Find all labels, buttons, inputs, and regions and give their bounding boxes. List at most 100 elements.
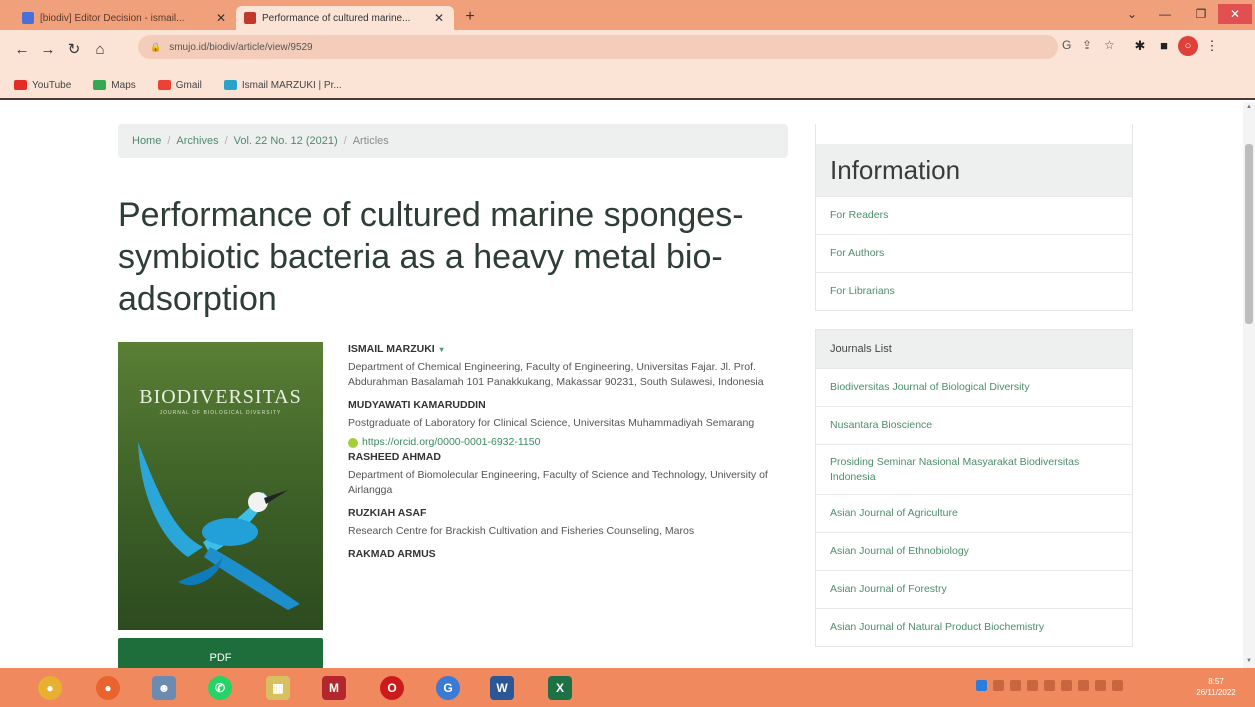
tab-search-icon[interactable]: ⌄ [1122,4,1142,24]
bookmark-maps[interactable]: Maps [93,79,136,91]
profile-avatar-icon[interactable]: ○ [1178,36,1198,56]
home-icon[interactable]: ⌂ [90,40,110,60]
bookmark-label: Ismail MARZUKI | Pr... [241,79,342,91]
people-taskbar-icon[interactable]: ☻ [152,676,176,700]
mendeley-taskbar-icon[interactable]: M [322,676,346,700]
taskbar-clock[interactable]: 8:57 26/11/2022 [1186,676,1246,698]
link-asian-journal-agriculture[interactable]: Asian Journal of Agriculture [816,494,1132,532]
link-for-librarians[interactable]: For Librarians [816,272,1132,310]
close-tab-icon[interactable]: ✕ [214,11,228,25]
author-entry: RASHEED AHMAD Department of Biomolecular… [348,450,788,498]
excel-taskbar-icon[interactable]: X [548,676,572,700]
firefox-taskbar-icon[interactable]: ● [96,676,120,700]
share-icon[interactable]: ⇪ [1082,38,1092,52]
tray-icon[interactable] [1112,680,1123,691]
tray-icon[interactable] [1095,680,1106,691]
author-entry: ISMAIL MARZUKI ▾ Department of Chemical … [348,342,788,390]
bookmark-ismail-marzuki[interactable]: Ismail MARZUKI | Pr... [223,79,342,91]
tray-icon[interactable] [1061,680,1072,691]
minimize-button[interactable]: — [1150,4,1180,24]
cover-subtitle: JOURNAL OF BIOLOGICAL DIVERSITY [159,410,282,416]
page-content: Home / Archives / Vol. 22 No. 12 (2021) … [0,102,1243,668]
gmail-favicon-icon [22,12,34,24]
author-entry: MUDYAWATI KAMARUDDIN Postgraduate of Lab… [348,398,788,450]
breadcrumb-archives[interactable]: Archives [176,135,218,147]
journals-list-heading: Journals List [816,330,1132,368]
chrome-taskbar-icon[interactable]: ● [38,676,62,700]
bookmark-gmail[interactable]: Gmail [157,79,202,91]
tab-editor-decision[interactable]: [biodiv] Editor Decision - ismail... ✕ [14,6,236,30]
close-window-button[interactable]: ✕ [1218,4,1252,24]
journals-list-block: Journals List Biodiversitas Journal of B… [815,329,1133,647]
extensions-icon[interactable]: ✱ [1130,36,1150,56]
lock-icon: 🔒 [150,41,162,52]
tray-icon[interactable] [1044,680,1055,691]
forward-icon[interactable]: → [38,40,58,60]
opera-taskbar-icon[interactable]: O [380,676,404,700]
expand-triangle-icon[interactable]: ▾ [440,345,444,354]
clock-time: 8:57 [1208,677,1224,686]
link-nusantara-bioscience[interactable]: Nusantara Bioscience [816,406,1132,444]
google-translate-icon[interactable]: G [1062,38,1071,52]
pdf-download-button[interactable]: PDF [118,638,323,668]
breadcrumb-current: Articles [352,135,389,147]
link-asian-journal-ethnobiology[interactable]: Asian Journal of Ethnobiology [816,532,1132,570]
maps-icon [93,80,107,90]
tab-performance-article[interactable]: Performance of cultured marine... ✕ [236,6,454,30]
bookmark-label: YouTube [32,79,72,91]
scroll-down-icon[interactable]: ▼ [1246,658,1252,664]
scrollbar-thumb[interactable] [1245,144,1253,324]
author-affiliation: Department of Chemical Engineering, Facu… [348,361,764,388]
journal-cover-image: BIODIVERSITAS JOURNAL OF BIOLOGICAL DIVE… [118,342,323,630]
link-asian-journal-natural-product[interactable]: Asian Journal of Natural Product Biochem… [816,608,1132,646]
bookmark-label: Gmail [175,79,202,91]
link-prosiding-seminar[interactable]: Prosiding Seminar Nasional Masyarakat Bi… [816,444,1132,494]
page-scrollbar[interactable]: ▲ ▼ [1243,102,1255,668]
url-text: smujo.id/biodiv/article/view/9529 [169,41,313,53]
bookmark-label: Maps [111,79,136,91]
author-name[interactable]: ISMAIL MARZUKI ▾ [348,342,788,357]
tray-notification-icon[interactable] [976,680,987,691]
menu-icon[interactable]: ⋮ [1202,36,1222,56]
link-asian-journal-forestry[interactable]: Asian Journal of Forestry [816,570,1132,608]
reload-icon[interactable]: ↻ [64,40,84,60]
new-tab-button[interactable]: + [460,8,480,26]
author-affiliation: Postgraduate of Laboratory for Clinical … [348,417,755,429]
maximize-button[interactable]: ❐ [1186,4,1216,24]
address-bar[interactable]: 🔒 smujo.id/biodiv/article/view/9529 [138,35,1058,59]
orcid-link[interactable]: https://orcid.org/0000-0001-6932-1150 [348,435,788,450]
tray-icon[interactable] [993,680,1004,691]
link-for-authors[interactable]: For Authors [816,234,1132,272]
orcid-icon [348,437,358,448]
whatsapp-taskbar-icon[interactable]: ✆ [208,676,232,700]
breadcrumb-issue[interactable]: Vol. 22 No. 12 (2021) [234,135,338,147]
tab-title: Performance of cultured marine... [262,12,411,24]
author-name: RASHEED AHMAD [348,451,441,463]
cover-title: BIODIVERSITAS [139,386,302,408]
author-list: ISMAIL MARZUKI ▾ Department of Chemical … [348,342,788,570]
link-biodiversitas[interactable]: Biodiversitas Journal of Biological Dive… [816,368,1132,406]
bookmark-youtube[interactable]: YouTube [14,80,71,91]
chrome-profile-taskbar-icon[interactable]: G [436,676,460,700]
close-tab-icon[interactable]: ✕ [432,11,446,25]
journal-favicon-icon [244,12,256,24]
author-name-text: ISMAIL MARZUKI [348,343,435,355]
bookmark-star-icon[interactable]: ☆ [1104,38,1115,52]
scroll-up-icon[interactable]: ▲ [1246,104,1252,110]
tray-icon[interactable] [1027,680,1038,691]
side-panel-icon[interactable]: ■ [1154,36,1174,56]
tab-title: [biodiv] Editor Decision - ismail... [40,12,185,24]
word-taskbar-icon[interactable]: W [490,676,514,700]
tray-icon[interactable] [1010,680,1021,691]
author-name: RUZKIAH ASAF [348,507,427,519]
orcid-url: https://orcid.org/0000-0001-6932-1150 [362,436,541,448]
link-for-readers[interactable]: For Readers [816,196,1132,234]
tray-icon[interactable] [1078,680,1089,691]
youtube-icon [14,80,27,90]
windows-taskbar: ● ● ☻ ✆ ▦ M O G W X 8:57 26/11/2022 [0,668,1255,707]
back-icon[interactable]: ← [12,40,32,60]
breadcrumb-home[interactable]: Home [132,135,161,147]
author-name: MUDYAWATI KAMARUDDIN [348,399,486,411]
breadcrumb-separator: / [343,135,347,147]
photos-taskbar-icon[interactable]: ▦ [266,676,290,700]
